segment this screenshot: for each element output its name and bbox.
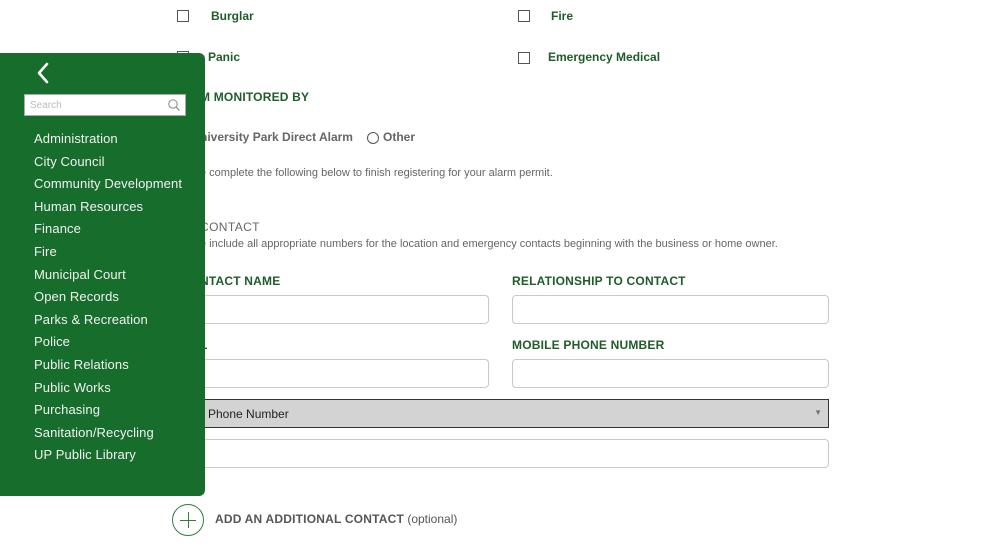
- sidebar-nav: Administration City Council Community De…: [34, 129, 182, 468]
- contact-note: e include all appropriate numbers for th…: [200, 238, 778, 250]
- mobile-phone-input[interactable]: [512, 359, 829, 388]
- sidebar-item-human-resources[interactable]: Human Resources: [34, 197, 182, 220]
- direct-alarm-label: niversity Park Direct Alarm: [200, 130, 353, 144]
- panic-label: Panic: [208, 50, 241, 64]
- contact-name-input[interactable]: [172, 295, 489, 324]
- sidebar-item-up-public-library[interactable]: UP Public Library: [34, 445, 182, 468]
- fire-label: Fire: [551, 9, 574, 23]
- emergency-medical-checkbox[interactable]: [518, 52, 530, 64]
- fire-checkbox[interactable]: [518, 10, 530, 22]
- sidebar-item-open-records[interactable]: Open Records: [34, 287, 182, 310]
- phone-type-selected: Phone Number: [208, 407, 289, 421]
- email-input[interactable]: [172, 359, 489, 388]
- back-chevron-icon[interactable]: [34, 61, 52, 85]
- burglar-label: Burglar: [211, 9, 254, 23]
- add-contact-label[interactable]: ADD AN ADDITIONAL CONTACT: [215, 512, 404, 526]
- sidebar-item-purchasing[interactable]: Purchasing: [34, 400, 182, 423]
- sidebar-item-municipal-court[interactable]: Municipal Court: [34, 265, 182, 288]
- sidebar-item-public-works[interactable]: Public Works: [34, 378, 182, 401]
- sidebar-item-parks-recreation[interactable]: Parks & Recreation: [34, 310, 182, 333]
- sidebar-item-sanitation-recycling[interactable]: Sanitation/Recycling: [34, 423, 182, 446]
- relationship-input[interactable]: [512, 295, 829, 324]
- phone-type-select[interactable]: Phone Number ▼: [172, 399, 829, 428]
- sidebar-search: [24, 94, 186, 116]
- instructions-text: e complete the following below to finish…: [200, 167, 553, 179]
- add-contact-plus-icon[interactable]: [172, 504, 204, 536]
- burglar-checkbox[interactable]: [177, 10, 189, 22]
- phone-number-input[interactable]: [172, 439, 829, 468]
- dropdown-arrow-icon: ▼: [814, 408, 822, 417]
- add-contact-optional: (optional): [407, 512, 458, 526]
- search-icon[interactable]: [167, 98, 181, 112]
- sidebar-item-administration[interactable]: Administration: [34, 129, 182, 152]
- contact-title: CONTACT: [200, 220, 260, 234]
- sidebar-item-community-development[interactable]: Community Development: [34, 174, 182, 197]
- monitored-by-title: M MONITORED BY: [200, 90, 310, 104]
- contact-name-label: NTACT NAME: [200, 274, 281, 288]
- sidebar-item-city-council[interactable]: City Council: [34, 152, 182, 175]
- sidebar: Administration City Council Community De…: [0, 53, 205, 496]
- emergency-medical-label: Emergency Medical: [548, 50, 661, 64]
- other-label: Other: [383, 130, 416, 144]
- relationship-label: RELATIONSHIP TO CONTACT: [512, 274, 686, 288]
- sidebar-item-public-relations[interactable]: Public Relations: [34, 355, 182, 378]
- sidebar-item-fire[interactable]: Fire: [34, 242, 182, 265]
- sidebar-item-finance[interactable]: Finance: [34, 219, 182, 242]
- sidebar-item-police[interactable]: Police: [34, 332, 182, 355]
- mobile-phone-label: MOBILE PHONE NUMBER: [512, 338, 665, 352]
- sidebar-search-input[interactable]: [25, 95, 165, 115]
- other-radio[interactable]: [367, 132, 379, 144]
